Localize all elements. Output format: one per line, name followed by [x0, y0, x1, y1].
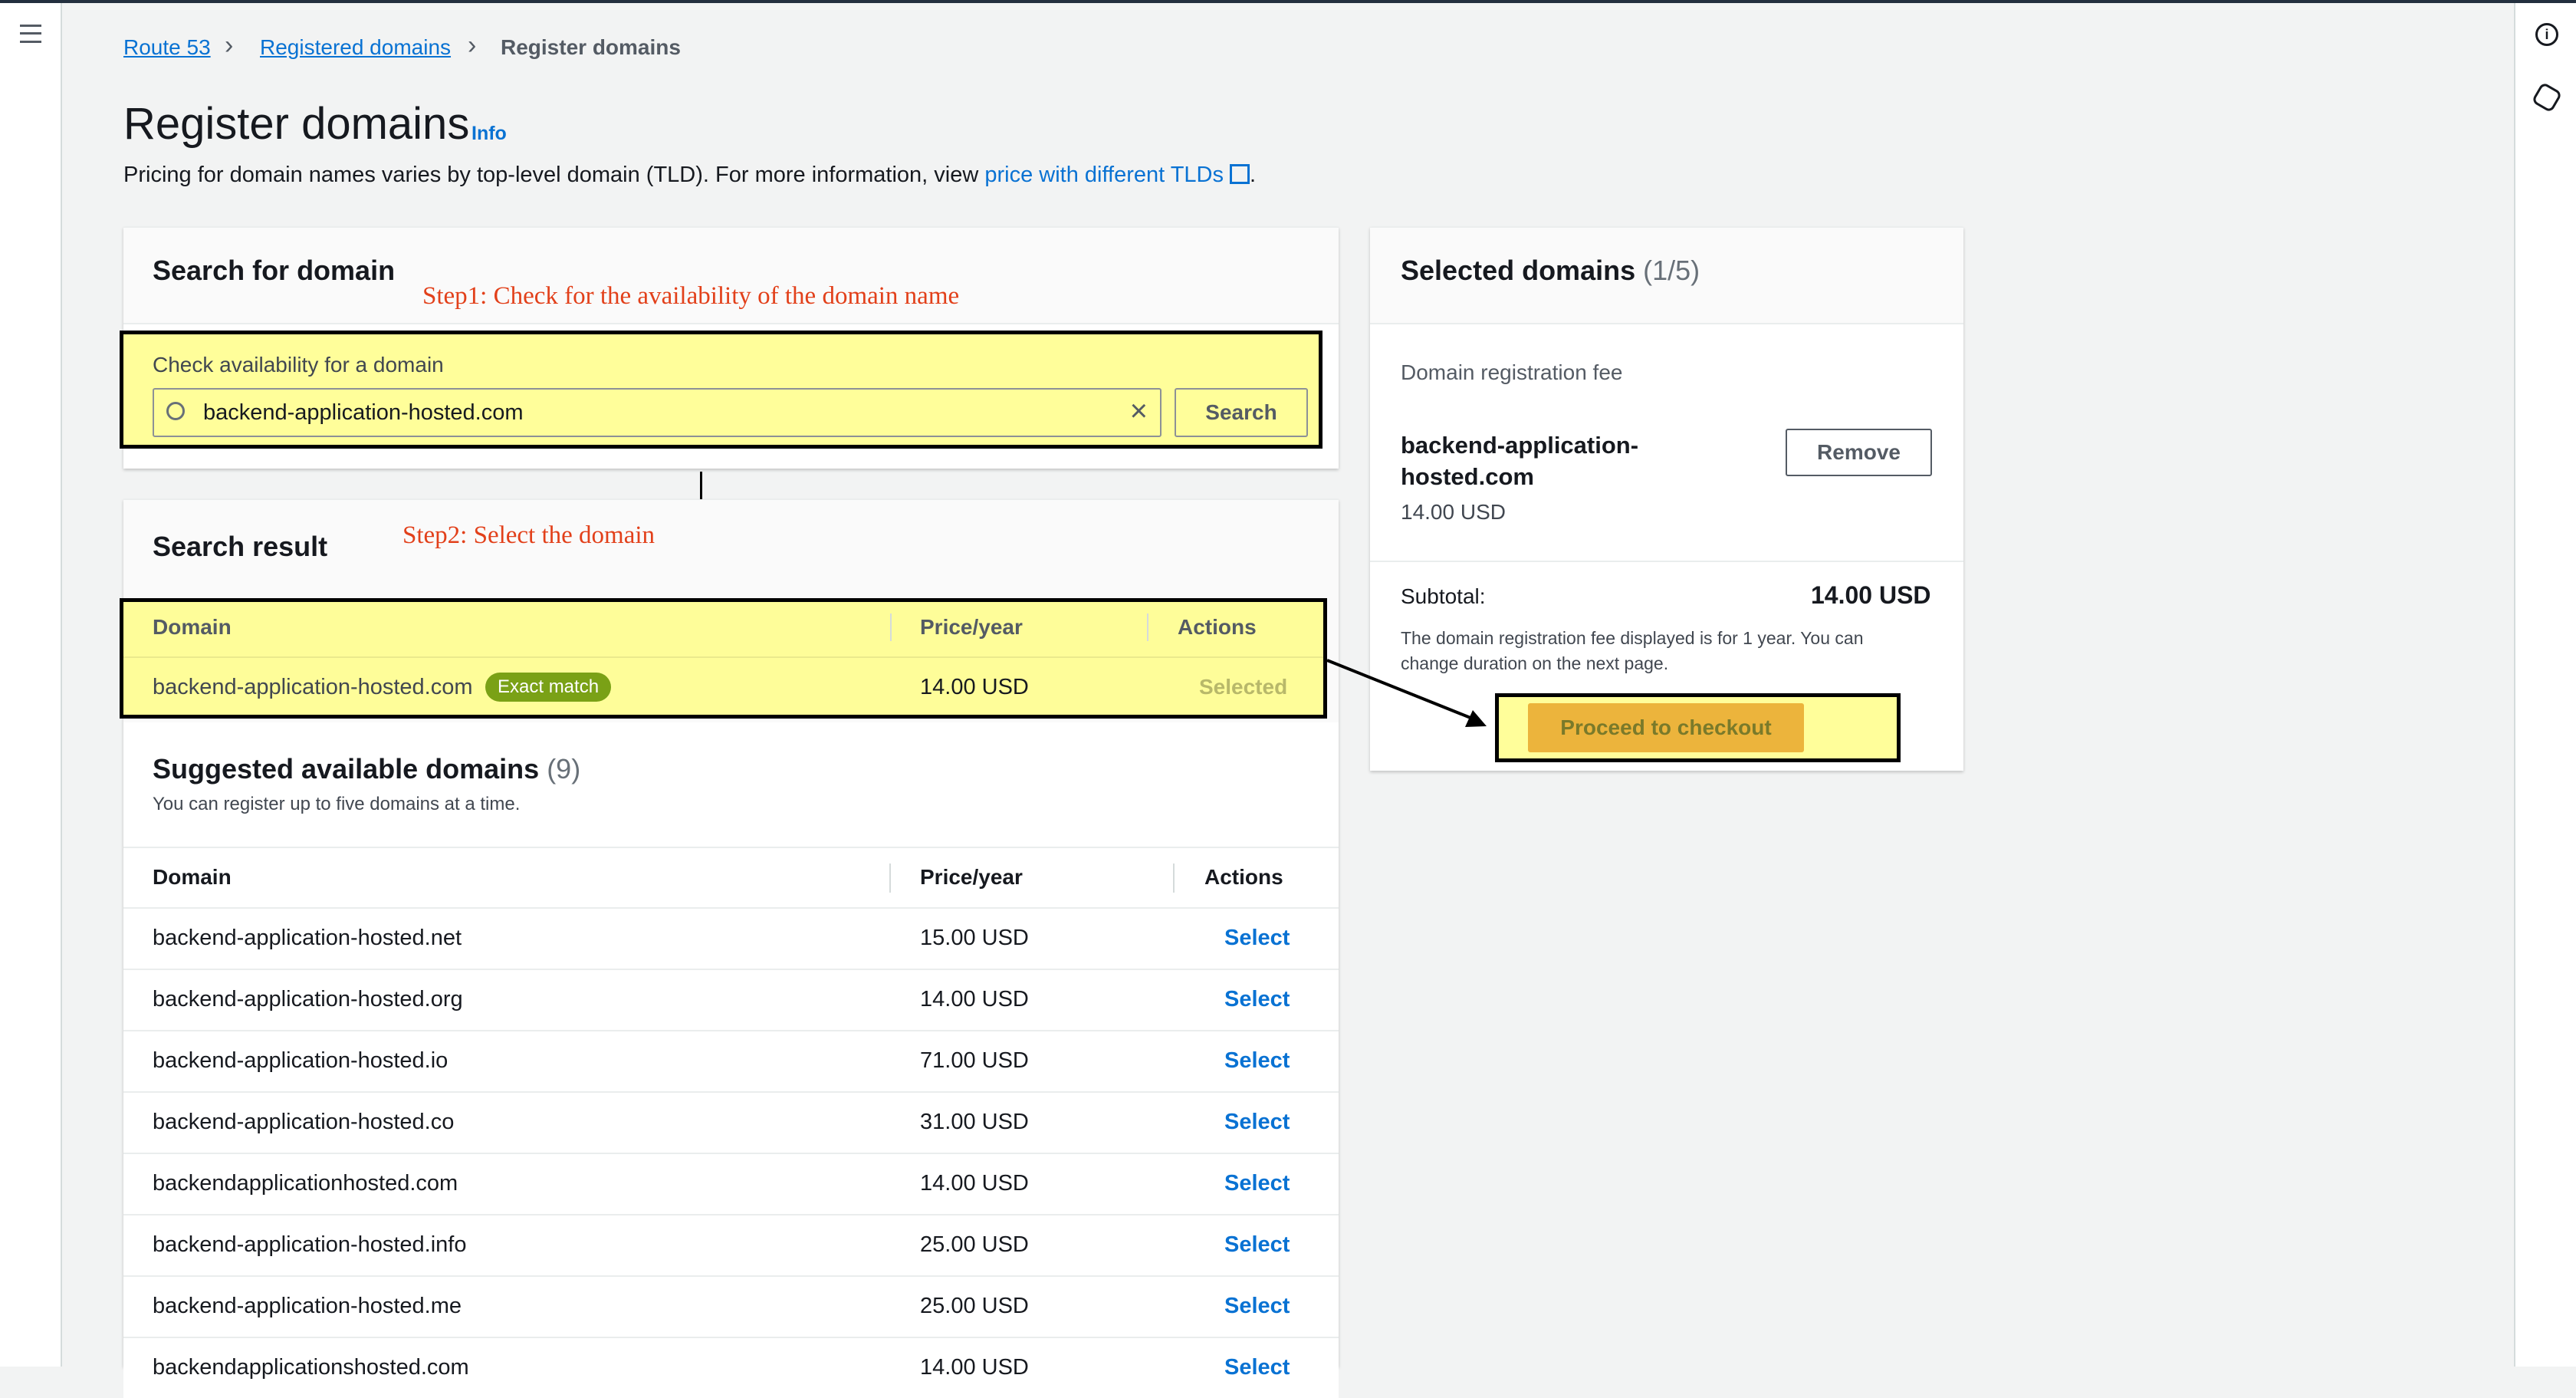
col-domain: Domain	[153, 865, 232, 889]
external-link-icon	[1229, 164, 1250, 184]
table-row: backend-application-hosted.co 31.00 USD Se…	[123, 1091, 1339, 1153]
search-input-value: backend-application-hosted.com	[203, 400, 524, 425]
col-actions: Actions	[1204, 865, 1283, 889]
divider	[890, 613, 892, 641]
clear-icon[interactable]: ×	[1130, 394, 1148, 429]
row-domain: backend-application-hosted.net	[153, 926, 462, 950]
row-price: 14.00 USD	[920, 987, 1029, 1011]
result-title: Search result	[153, 531, 328, 562]
col-price: Price/year	[920, 615, 1023, 639]
suggested-header: Domain Price/year Actions	[123, 847, 1339, 907]
breadcrumb-registered-domains[interactable]: Registered domains	[260, 35, 451, 60]
search-card-title: Search for domain	[153, 255, 396, 286]
search-icon	[166, 402, 185, 420]
search-input[interactable]: backend-application-hosted.com ×	[153, 388, 1162, 437]
exact-match-badge: Exact match	[485, 673, 612, 702]
subtotal-value: 14.00 USD	[1811, 581, 1931, 609]
search-label: Check availability for a domain	[153, 353, 444, 377]
chevron-right-icon: ›	[225, 31, 234, 60]
divider	[1173, 863, 1175, 893]
col-price: Price/year	[920, 865, 1023, 889]
divider	[123, 656, 1323, 658]
table-row: backend-application-hosted.io 71.00 USD Se…	[123, 1030, 1339, 1091]
divider	[889, 863, 891, 893]
table-row: backendapplicationshosted.com 14.00 USD Se…	[123, 1337, 1339, 1398]
row-price: 71.00 USD	[920, 1048, 1029, 1073]
col-actions: Actions	[1178, 615, 1257, 639]
left-nav	[0, 3, 62, 1367]
select-link[interactable]: Select	[1224, 1355, 1290, 1380]
result-price: 14.00 USD	[920, 675, 1029, 699]
row-price: 31.00 USD	[920, 1110, 1029, 1134]
row-domain: backend-application-hosted.org	[153, 987, 463, 1011]
top-bar	[0, 0, 2576, 3]
select-link[interactable]: Select	[1224, 926, 1290, 951]
menu-icon[interactable]	[20, 25, 41, 43]
right-nav: i	[2514, 3, 2576, 1367]
row-domain: backendapplicationhosted.com	[153, 1171, 458, 1196]
divider	[1147, 613, 1148, 641]
tld-price-link[interactable]: price with different TLDs	[984, 163, 1224, 187]
suggested-subtitle: You can register up to five domains at a…	[153, 794, 521, 814]
select-link[interactable]: Select	[1224, 987, 1290, 1012]
select-link[interactable]: Select	[1224, 1232, 1290, 1258]
proceed-to-checkout-button[interactable]: Proceed to checkout	[1528, 703, 1804, 752]
info-icon[interactable]: i	[2535, 23, 2558, 46]
select-link[interactable]: Select	[1224, 1110, 1290, 1135]
page-title: Register domains	[123, 99, 470, 149]
row-domain: backendapplicationshosted.com	[153, 1355, 469, 1380]
page-description: Pricing for domain names varies by top-l…	[123, 163, 1257, 187]
row-price: 14.00 USD	[920, 1171, 1029, 1196]
select-link[interactable]: Select	[1224, 1171, 1290, 1196]
selected-status: Selected	[1199, 675, 1288, 699]
row-domain: backend-application-hosted.info	[153, 1232, 467, 1257]
fee-label: Domain registration fee	[1401, 360, 1623, 384]
suggested-title: Suggested available domains (9)	[153, 753, 581, 785]
row-price: 25.00 USD	[920, 1294, 1029, 1318]
selected-title: Selected domains (1/5)	[1401, 255, 1700, 286]
settings-icon[interactable]	[2531, 81, 2563, 113]
table-row: backend-application-hosted.net 15.00 USD S…	[123, 907, 1339, 969]
selected-domain: backend-application-hosted.com	[1401, 432, 1639, 490]
table-row: backend-application-hosted.info 25.00 USD…	[123, 1214, 1339, 1275]
search-button[interactable]: Search	[1175, 388, 1308, 437]
breadcrumb-current: Register domains	[501, 35, 681, 59]
table-row: backend-application-hosted.me 25.00 USD Se…	[123, 1275, 1339, 1337]
row-domain: backend-application-hosted.me	[153, 1294, 462, 1318]
step2-annotation: Step2: Select the domain	[402, 521, 656, 549]
chevron-right-icon: ›	[468, 31, 477, 60]
arrow-to-checkout	[1326, 659, 1487, 727]
subtotal-label: Subtotal:	[1401, 584, 1486, 608]
row-price: 15.00 USD	[920, 926, 1029, 950]
result-highlight	[120, 598, 1327, 719]
selected-price: 14.00 USD	[1401, 500, 1506, 524]
info-link[interactable]: Info	[472, 123, 507, 145]
remove-button[interactable]: Remove	[1786, 429, 1932, 476]
select-link[interactable]: Select	[1224, 1048, 1290, 1074]
step1-annotation: Step1: Check for the availability of the…	[422, 282, 960, 310]
row-domain: backend-application-hosted.co	[153, 1110, 455, 1134]
row-price: 25.00 USD	[920, 1232, 1029, 1257]
result-domain: backend-application-hosted.com	[153, 675, 473, 699]
table-row: backend-application-hosted.org 14.00 USD S…	[123, 969, 1339, 1030]
breadcrumb-route53[interactable]: Route 53	[123, 35, 211, 60]
select-link[interactable]: Select	[1224, 1294, 1290, 1319]
row-price: 14.00 USD	[920, 1355, 1029, 1380]
col-domain: Domain	[153, 615, 232, 639]
table-row: backendapplicationhosted.com 14.00 USD Sel…	[123, 1153, 1339, 1214]
row-domain: backend-application-hosted.io	[153, 1048, 449, 1073]
